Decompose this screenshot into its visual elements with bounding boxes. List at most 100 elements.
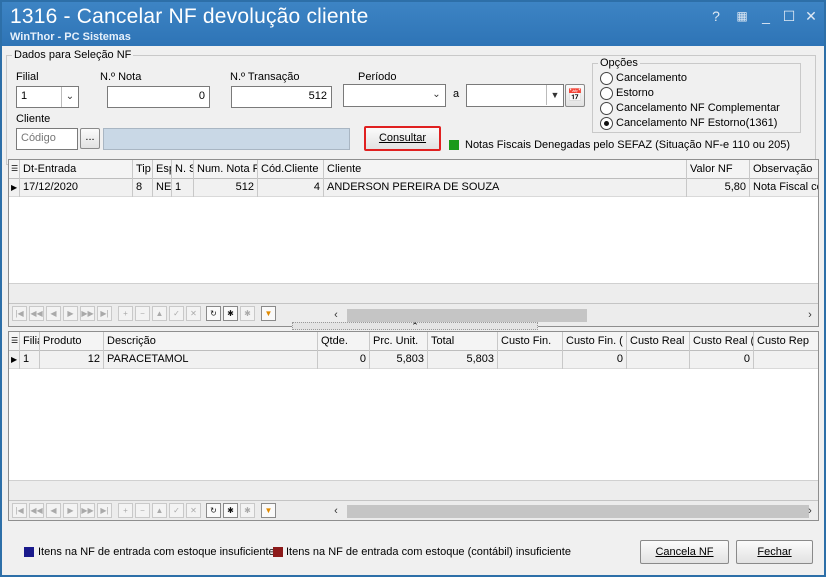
- col-esp[interactable]: Esp: [153, 160, 172, 179]
- cell-custo-real[interactable]: [627, 351, 690, 369]
- scroll-left-icon[interactable]: ‹: [329, 503, 343, 520]
- filter-icon[interactable]: ▼: [261, 503, 276, 518]
- cell-produto[interactable]: 12: [40, 351, 104, 369]
- consultar-button[interactable]: Consultar: [364, 126, 441, 151]
- scroll-right-icon[interactable]: ›: [803, 503, 817, 520]
- cell-custo-real-2[interactable]: 0: [690, 351, 754, 369]
- scroll-right-icon[interactable]: ›: [803, 307, 817, 324]
- grid-menu-icon[interactable]: ☰: [9, 332, 20, 351]
- col-filial[interactable]: Filia: [20, 332, 40, 351]
- insert-icon[interactable]: +: [118, 306, 133, 321]
- col-produto[interactable]: Produto: [40, 332, 104, 351]
- col-observacao[interactable]: Observação: [750, 160, 818, 179]
- col-dt-entrada[interactable]: Dt-Entrada: [20, 160, 133, 179]
- cell-dt-entrada[interactable]: 17/12/2020: [20, 179, 133, 197]
- cell-esp[interactable]: NE: [153, 179, 172, 197]
- cancela-nf-button[interactable]: Cancela NF: [640, 540, 729, 564]
- first-record-icon[interactable]: |◀: [12, 503, 27, 518]
- periodo-to-input[interactable]: ▼: [466, 84, 564, 107]
- cell-ns[interactable]: 1: [172, 179, 194, 197]
- col-tip[interactable]: Tip: [133, 160, 153, 179]
- delete-icon[interactable]: −: [135, 306, 150, 321]
- next-page-icon[interactable]: ▶▶: [80, 503, 95, 518]
- filter-icon[interactable]: ▼: [261, 306, 276, 321]
- cell-descricao[interactable]: PARACETAMOL: [104, 351, 318, 369]
- cell-custo-fin-2[interactable]: 0: [563, 351, 627, 369]
- bookmark-icon[interactable]: ✱: [223, 503, 238, 518]
- col-custo-real-2[interactable]: Custo Real (: [690, 332, 754, 351]
- first-record-icon[interactable]: |◀: [12, 306, 27, 321]
- cell-total[interactable]: 5,803: [428, 351, 498, 369]
- scroll-thumb[interactable]: [347, 505, 809, 518]
- col-cliente[interactable]: Cliente: [324, 160, 687, 179]
- col-custo-fin-2[interactable]: Custo Fin. (: [563, 332, 627, 351]
- close-button[interactable]: ✕: [801, 6, 821, 26]
- cell-prc-unit[interactable]: 5,803: [370, 351, 428, 369]
- grid-menu-icon[interactable]: ☰: [9, 160, 20, 179]
- prior-page-icon[interactable]: ◀◀: [29, 503, 44, 518]
- col-custo-rep[interactable]: Custo Rep: [754, 332, 818, 351]
- periodo-from-input[interactable]: ⌄: [343, 84, 446, 107]
- cell-qtde[interactable]: 0: [318, 351, 370, 369]
- cell-custo-fin[interactable]: [498, 351, 563, 369]
- cell-cod-cliente[interactable]: 4: [258, 179, 324, 197]
- nf-grid[interactable]: ☰ Dt-Entrada Tip Esp N. S Num. Nota F Có…: [8, 159, 819, 327]
- tile-icon[interactable]: ▦: [732, 6, 752, 26]
- chevron-down-icon[interactable]: ⌄: [61, 87, 78, 107]
- splitter-handle[interactable]: ⌃: [292, 322, 538, 331]
- last-record-icon[interactable]: ▶|: [97, 503, 112, 518]
- cancel-edit-icon[interactable]: ✕: [186, 306, 201, 321]
- prior-record-icon[interactable]: ◀: [46, 503, 61, 518]
- next-page-icon[interactable]: ▶▶: [80, 306, 95, 321]
- col-valor-nf[interactable]: Valor NF: [687, 160, 750, 179]
- next-record-icon[interactable]: ▶: [63, 306, 78, 321]
- col-total[interactable]: Total: [428, 332, 498, 351]
- title-bar[interactable]: 1316 - Cancelar NF devolução cliente Win…: [2, 2, 824, 46]
- nota-input[interactable]: 0: [107, 86, 210, 108]
- insert-icon[interactable]: +: [118, 503, 133, 518]
- filial-select[interactable]: 1 ⌄: [16, 86, 79, 108]
- col-cod-cliente[interactable]: Cód.Cliente: [258, 160, 324, 179]
- items-grid[interactable]: ☰ Filia Produto Descrição Qtde. Prc. Uni…: [8, 331, 819, 521]
- refresh-icon[interactable]: ↻: [206, 306, 221, 321]
- cancel-edit-icon[interactable]: ✕: [186, 503, 201, 518]
- next-record-icon[interactable]: ▶: [63, 503, 78, 518]
- chevron-down-icon[interactable]: ⌄: [428, 85, 445, 105]
- transacao-input[interactable]: 512: [231, 86, 332, 108]
- prior-page-icon[interactable]: ◀◀: [29, 306, 44, 321]
- minimize-button[interactable]: _: [756, 6, 776, 26]
- cell-valor-nf[interactable]: 5,80: [687, 179, 750, 197]
- col-custo-fin[interactable]: Custo Fin.: [498, 332, 563, 351]
- goto-bookmark-icon[interactable]: ✱: [240, 306, 255, 321]
- goto-bookmark-icon[interactable]: ✱: [240, 503, 255, 518]
- refresh-icon[interactable]: ↻: [206, 503, 221, 518]
- maximize-button[interactable]: ☐: [779, 6, 799, 26]
- cliente-code-input[interactable]: Código: [16, 128, 78, 150]
- table-row[interactable]: ▶ 1 12 PARACETAMOL 0 5,803 5,803 0 0: [9, 351, 818, 369]
- col-num-nota[interactable]: Num. Nota F: [194, 160, 258, 179]
- scroll-thumb[interactable]: [347, 309, 587, 322]
- post-icon[interactable]: ✓: [169, 503, 184, 518]
- help-icon[interactable]: ?: [706, 6, 726, 26]
- cell-num-nota[interactable]: 512: [194, 179, 258, 197]
- calendar-icon[interactable]: 📅: [565, 84, 585, 107]
- col-qtde[interactable]: Qtde.: [318, 332, 370, 351]
- cell-custo-rep[interactable]: [754, 351, 818, 369]
- col-ns[interactable]: N. S: [172, 160, 194, 179]
- edit-icon[interactable]: ▲: [152, 306, 167, 321]
- delete-icon[interactable]: −: [135, 503, 150, 518]
- cell-observacao[interactable]: Nota Fiscal co: [750, 179, 818, 197]
- col-descricao[interactable]: Descrição: [104, 332, 318, 351]
- cell-cliente[interactable]: ANDERSON PEREIRA DE SOUZA: [324, 179, 687, 197]
- cell-filial[interactable]: 1: [20, 351, 40, 369]
- fechar-button[interactable]: Fechar: [736, 540, 813, 564]
- prior-record-icon[interactable]: ◀: [46, 306, 61, 321]
- cliente-browse-button[interactable]: ...: [80, 128, 100, 149]
- post-icon[interactable]: ✓: [169, 306, 184, 321]
- dropdown-arrow-icon[interactable]: ▼: [546, 85, 563, 105]
- table-row[interactable]: ▶ 17/12/2020 8 NE 1 512 4 ANDERSON PEREI…: [9, 179, 818, 197]
- col-custo-real[interactable]: Custo Real: [627, 332, 690, 351]
- items-grid-hscroll[interactable]: ‹ ›: [329, 503, 817, 520]
- last-record-icon[interactable]: ▶|: [97, 306, 112, 321]
- bookmark-icon[interactable]: ✱: [223, 306, 238, 321]
